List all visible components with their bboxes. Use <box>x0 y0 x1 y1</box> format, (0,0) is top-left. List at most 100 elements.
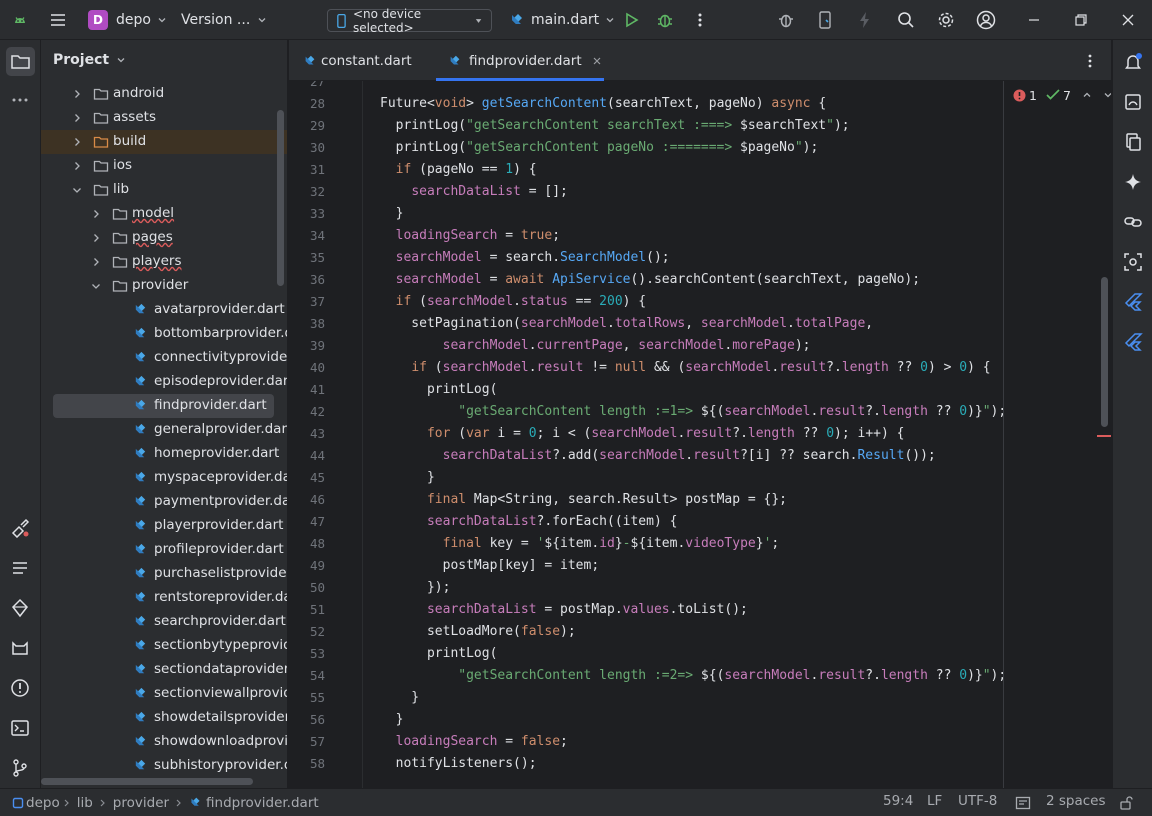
hot-reload-button[interactable] <box>858 0 872 40</box>
vcs-widget[interactable]: Version ... <box>181 0 268 40</box>
chevron-down-icon[interactable] <box>71 184 83 196</box>
tab-findprovider[interactable]: findprovider.dart <box>436 40 604 81</box>
project-switcher[interactable]: D depo <box>88 0 168 40</box>
tree-folder[interactable]: assets <box>41 106 287 130</box>
breadcrumb-item[interactable]: depo <box>26 795 60 811</box>
tree-folder[interactable]: build <box>41 130 287 154</box>
tree-file[interactable]: homeprovider.dart <box>41 442 287 466</box>
chevron-down-icon[interactable] <box>90 280 102 292</box>
code-editor[interactable]: 27 28 Future<void> getSearchContent(search… <box>289 81 1111 788</box>
tree-folder[interactable]: model <box>41 202 287 226</box>
tree-file[interactable]: bottombarprovider.dart <box>41 322 287 346</box>
terminal-button[interactable] <box>10 718 30 742</box>
tree-folder[interactable]: pages <box>41 226 287 250</box>
inspection-widget[interactable]: 1 7 <box>1009 85 1111 105</box>
chevron-right-icon[interactable] <box>90 232 102 244</box>
structure-button[interactable] <box>10 558 30 582</box>
device-selector[interactable]: <no device selected> <box>327 7 492 35</box>
settings-button[interactable] <box>937 0 955 40</box>
tree-file[interactable]: paymentprovider.dart <box>41 490 287 514</box>
indent-setting[interactable]: 2 spaces <box>1046 793 1106 809</box>
chevron-right-icon[interactable] <box>71 88 83 100</box>
lock-open-icon[interactable] <box>1119 796 1133 810</box>
tree-horizontal-scrollbar[interactable] <box>41 778 253 785</box>
close-window-button[interactable] <box>1121 0 1135 40</box>
error-stripe-marker[interactable] <box>1097 435 1111 437</box>
device-file-explorer-button[interactable] <box>1123 132 1143 156</box>
chevron-down-icon[interactable] <box>1102 89 1111 101</box>
tree-vertical-scrollbar[interactable] <box>277 110 284 286</box>
attach-debugger-button[interactable] <box>777 0 795 40</box>
app-links-button[interactable] <box>1123 212 1143 236</box>
more-tools-button[interactable] <box>10 92 30 112</box>
flutter-performance-button[interactable] <box>1123 332 1143 356</box>
tree-file[interactable]: myspaceprovider.dart <box>41 466 287 490</box>
run-button[interactable] <box>622 0 640 40</box>
close-icon[interactable] <box>592 56 602 66</box>
tree-file[interactable]: purchaselistprovider.dart <box>41 562 287 586</box>
line-number: 28 <box>309 96 325 111</box>
layout-inspector-button[interactable] <box>1123 252 1143 276</box>
chevron-up-icon[interactable] <box>1081 89 1093 101</box>
tree-file[interactable]: connectivityprovider.dart <box>41 346 287 370</box>
tree-file[interactable]: subhistoryprovider.dart <box>41 754 287 778</box>
gemini-button[interactable] <box>1123 172 1143 196</box>
tree-folder[interactable]: ios <box>41 154 287 178</box>
version-control-button[interactable] <box>10 758 30 782</box>
tree-file[interactable]: findprovider.dart <box>53 394 274 418</box>
search-button[interactable] <box>897 0 915 40</box>
tree-folder[interactable]: players <box>41 250 287 274</box>
line-separator[interactable]: LF <box>927 793 942 809</box>
tree-folder[interactable]: lib <box>41 178 287 202</box>
tree-file[interactable]: profileprovider.dart <box>41 538 287 562</box>
project-panel-header[interactable]: Project <box>53 52 127 68</box>
main-menu-button[interactable] <box>48 0 68 40</box>
caret-position[interactable]: 59:4 <box>883 793 913 809</box>
gradle-button[interactable] <box>1123 92 1143 116</box>
flutter-inspector-button[interactable] <box>10 518 30 542</box>
flutter-outline-button[interactable] <box>1123 292 1143 316</box>
dart-icon <box>135 495 146 506</box>
breadcrumb-item[interactable]: lib <box>77 795 93 811</box>
tab-actions-button[interactable] <box>1085 53 1095 73</box>
tab-constant[interactable]: constant.dart <box>303 40 412 81</box>
chevron-right-icon[interactable] <box>71 136 83 148</box>
code-token: ) > <box>927 360 960 375</box>
breadcrumb-item[interactable]: findprovider.dart <box>206 795 319 811</box>
problems-button[interactable] <box>10 678 30 702</box>
minimize-button[interactable] <box>1027 0 1041 40</box>
build-variants-button[interactable] <box>10 598 30 622</box>
run-config-selector[interactable]: main.dart <box>509 0 616 40</box>
code-text: printLog("getSearchContent pageNo :=====… <box>380 137 819 159</box>
more-actions-button[interactable] <box>694 0 706 40</box>
chevron-right-icon[interactable] <box>71 112 83 124</box>
tree-file[interactable]: generalprovider.dart <box>41 418 287 442</box>
device-manager-button[interactable] <box>817 0 833 40</box>
chevron-right-icon[interactable] <box>90 208 102 220</box>
tree-file[interactable]: showdownloadprovider.dart <box>41 730 287 754</box>
tree-file[interactable]: playerprovider.dart <box>41 514 287 538</box>
chevron-right-icon[interactable] <box>90 256 102 268</box>
chevron-right-icon[interactable] <box>71 160 83 172</box>
tree-file[interactable]: avatarprovider.dart <box>41 298 287 322</box>
tree-file[interactable]: searchprovider.dart <box>41 610 287 634</box>
tree-file[interactable]: showdetailsprovider.dart <box>41 706 287 730</box>
tree-folder[interactable]: provider <box>41 274 287 298</box>
logcat-button[interactable] <box>10 638 30 662</box>
tree-file[interactable]: sectionbytypeprovider.dart <box>41 634 287 658</box>
breadcrumb-item[interactable]: provider <box>113 795 169 811</box>
editor-scrollbar[interactable] <box>1101 277 1108 427</box>
tree-file[interactable]: rentstoreprovider.dart <box>41 586 287 610</box>
notifications-button[interactable] <box>1123 52 1143 76</box>
tree-file[interactable]: sectiondataprovider.dart <box>41 658 287 682</box>
read-only-toggle-icon[interactable] <box>1015 796 1031 810</box>
tree-folder[interactable]: android <box>41 82 287 106</box>
debug-button[interactable] <box>656 0 674 40</box>
tree-file[interactable]: sectionviewallprovider.dart <box>41 682 287 706</box>
project-tool-button[interactable] <box>6 47 35 76</box>
tree-file[interactable]: episodeprovider.dart <box>41 370 287 394</box>
file-encoding[interactable]: UTF-8 <box>958 793 997 809</box>
account-button[interactable] <box>976 0 996 40</box>
maximize-button[interactable] <box>1074 0 1088 40</box>
